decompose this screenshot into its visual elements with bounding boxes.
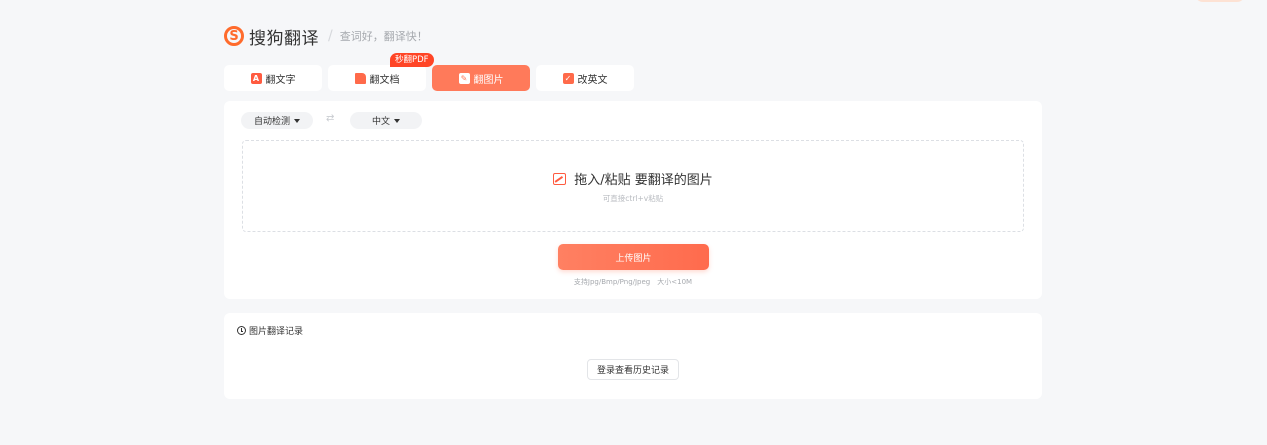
target-language-select[interactable]: 中文 bbox=[350, 112, 422, 129]
clock-icon bbox=[237, 326, 246, 335]
tab-translate-image[interactable]: ✎ 翻图片 bbox=[432, 65, 530, 91]
header: S 搜狗翻译 / 查词好，翻译快！ bbox=[224, 24, 428, 49]
image-icon bbox=[553, 172, 567, 185]
upload-image-button[interactable]: 上传图片 bbox=[558, 244, 709, 270]
login-view-history-button[interactable]: 登录查看历史记录 bbox=[587, 359, 679, 380]
tab-translate-document[interactable]: 秒翻PDF 翻文档 bbox=[328, 53, 434, 91]
image-edit-icon: ✎ bbox=[458, 72, 470, 84]
tab-label: 翻文档 bbox=[369, 74, 400, 86]
sogou-logo-icon[interactable]: S bbox=[224, 26, 244, 46]
drop-zone-title: 拖入/粘贴 要翻译的图片 bbox=[243, 169, 1023, 188]
drop-zone-title-text: 拖入/粘贴 要翻译的图片 bbox=[574, 173, 713, 188]
source-language-label: 自动检测 bbox=[253, 117, 290, 127]
text-icon-glyph: A bbox=[252, 73, 260, 83]
chevron-down-icon bbox=[394, 118, 400, 123]
source-language-select[interactable]: 自动检测 bbox=[241, 112, 313, 129]
tab-label: 翻文字 bbox=[265, 74, 296, 86]
mode-tabs: A 翻文字 秒翻PDF 翻文档 ✎ 翻图片 ✓ 改英文 bbox=[224, 53, 640, 91]
tab-translate-text[interactable]: A 翻文字 bbox=[224, 65, 322, 91]
corner-decoration bbox=[1195, 0, 1245, 2]
english-icon-glyph: ✓ bbox=[564, 73, 572, 83]
document-icon bbox=[354, 72, 366, 84]
history-title: 图片翻译记录 bbox=[237, 324, 303, 337]
slogan: 查词好，翻译快！ bbox=[339, 30, 428, 43]
target-language-label: 中文 bbox=[371, 117, 390, 127]
logo-text[interactable]: 搜狗翻译 bbox=[249, 24, 319, 49]
tab-label: 改英文 bbox=[577, 74, 608, 86]
tab-edit-english[interactable]: ✓ 改英文 bbox=[536, 65, 634, 91]
drop-zone-hint: 可直接ctrl+v粘贴 bbox=[602, 194, 664, 203]
chevron-down-icon bbox=[294, 118, 300, 123]
text-translate-icon: A bbox=[250, 72, 262, 84]
pdf-badge: 秒翻PDF bbox=[390, 53, 434, 67]
swap-languages-icon[interactable]: ⇄ bbox=[326, 113, 334, 124]
logo-glyph: S bbox=[229, 28, 239, 44]
upload-format-hint: 支持Jpg/Bmp/Png/Jpeg 大小<10M bbox=[573, 278, 693, 286]
history-panel: 图片翻译记录 登录查看历史记录 bbox=[224, 313, 1042, 399]
history-title-text: 图片翻译记录 bbox=[249, 327, 304, 337]
header-separator: / bbox=[328, 28, 333, 44]
image-drop-zone[interactable]: 拖入/粘贴 要翻译的图片 可直接ctrl+v粘贴 bbox=[242, 140, 1024, 232]
image-icon-glyph: ✎ bbox=[460, 73, 468, 83]
english-edit-icon: ✓ bbox=[562, 72, 574, 84]
image-translate-panel: 自动检测 ⇄ 中文 拖入/粘贴 要翻译的图片 可直接ctrl+v粘贴 上传图片 … bbox=[224, 101, 1042, 299]
tab-label: 翻图片 bbox=[473, 74, 504, 86]
